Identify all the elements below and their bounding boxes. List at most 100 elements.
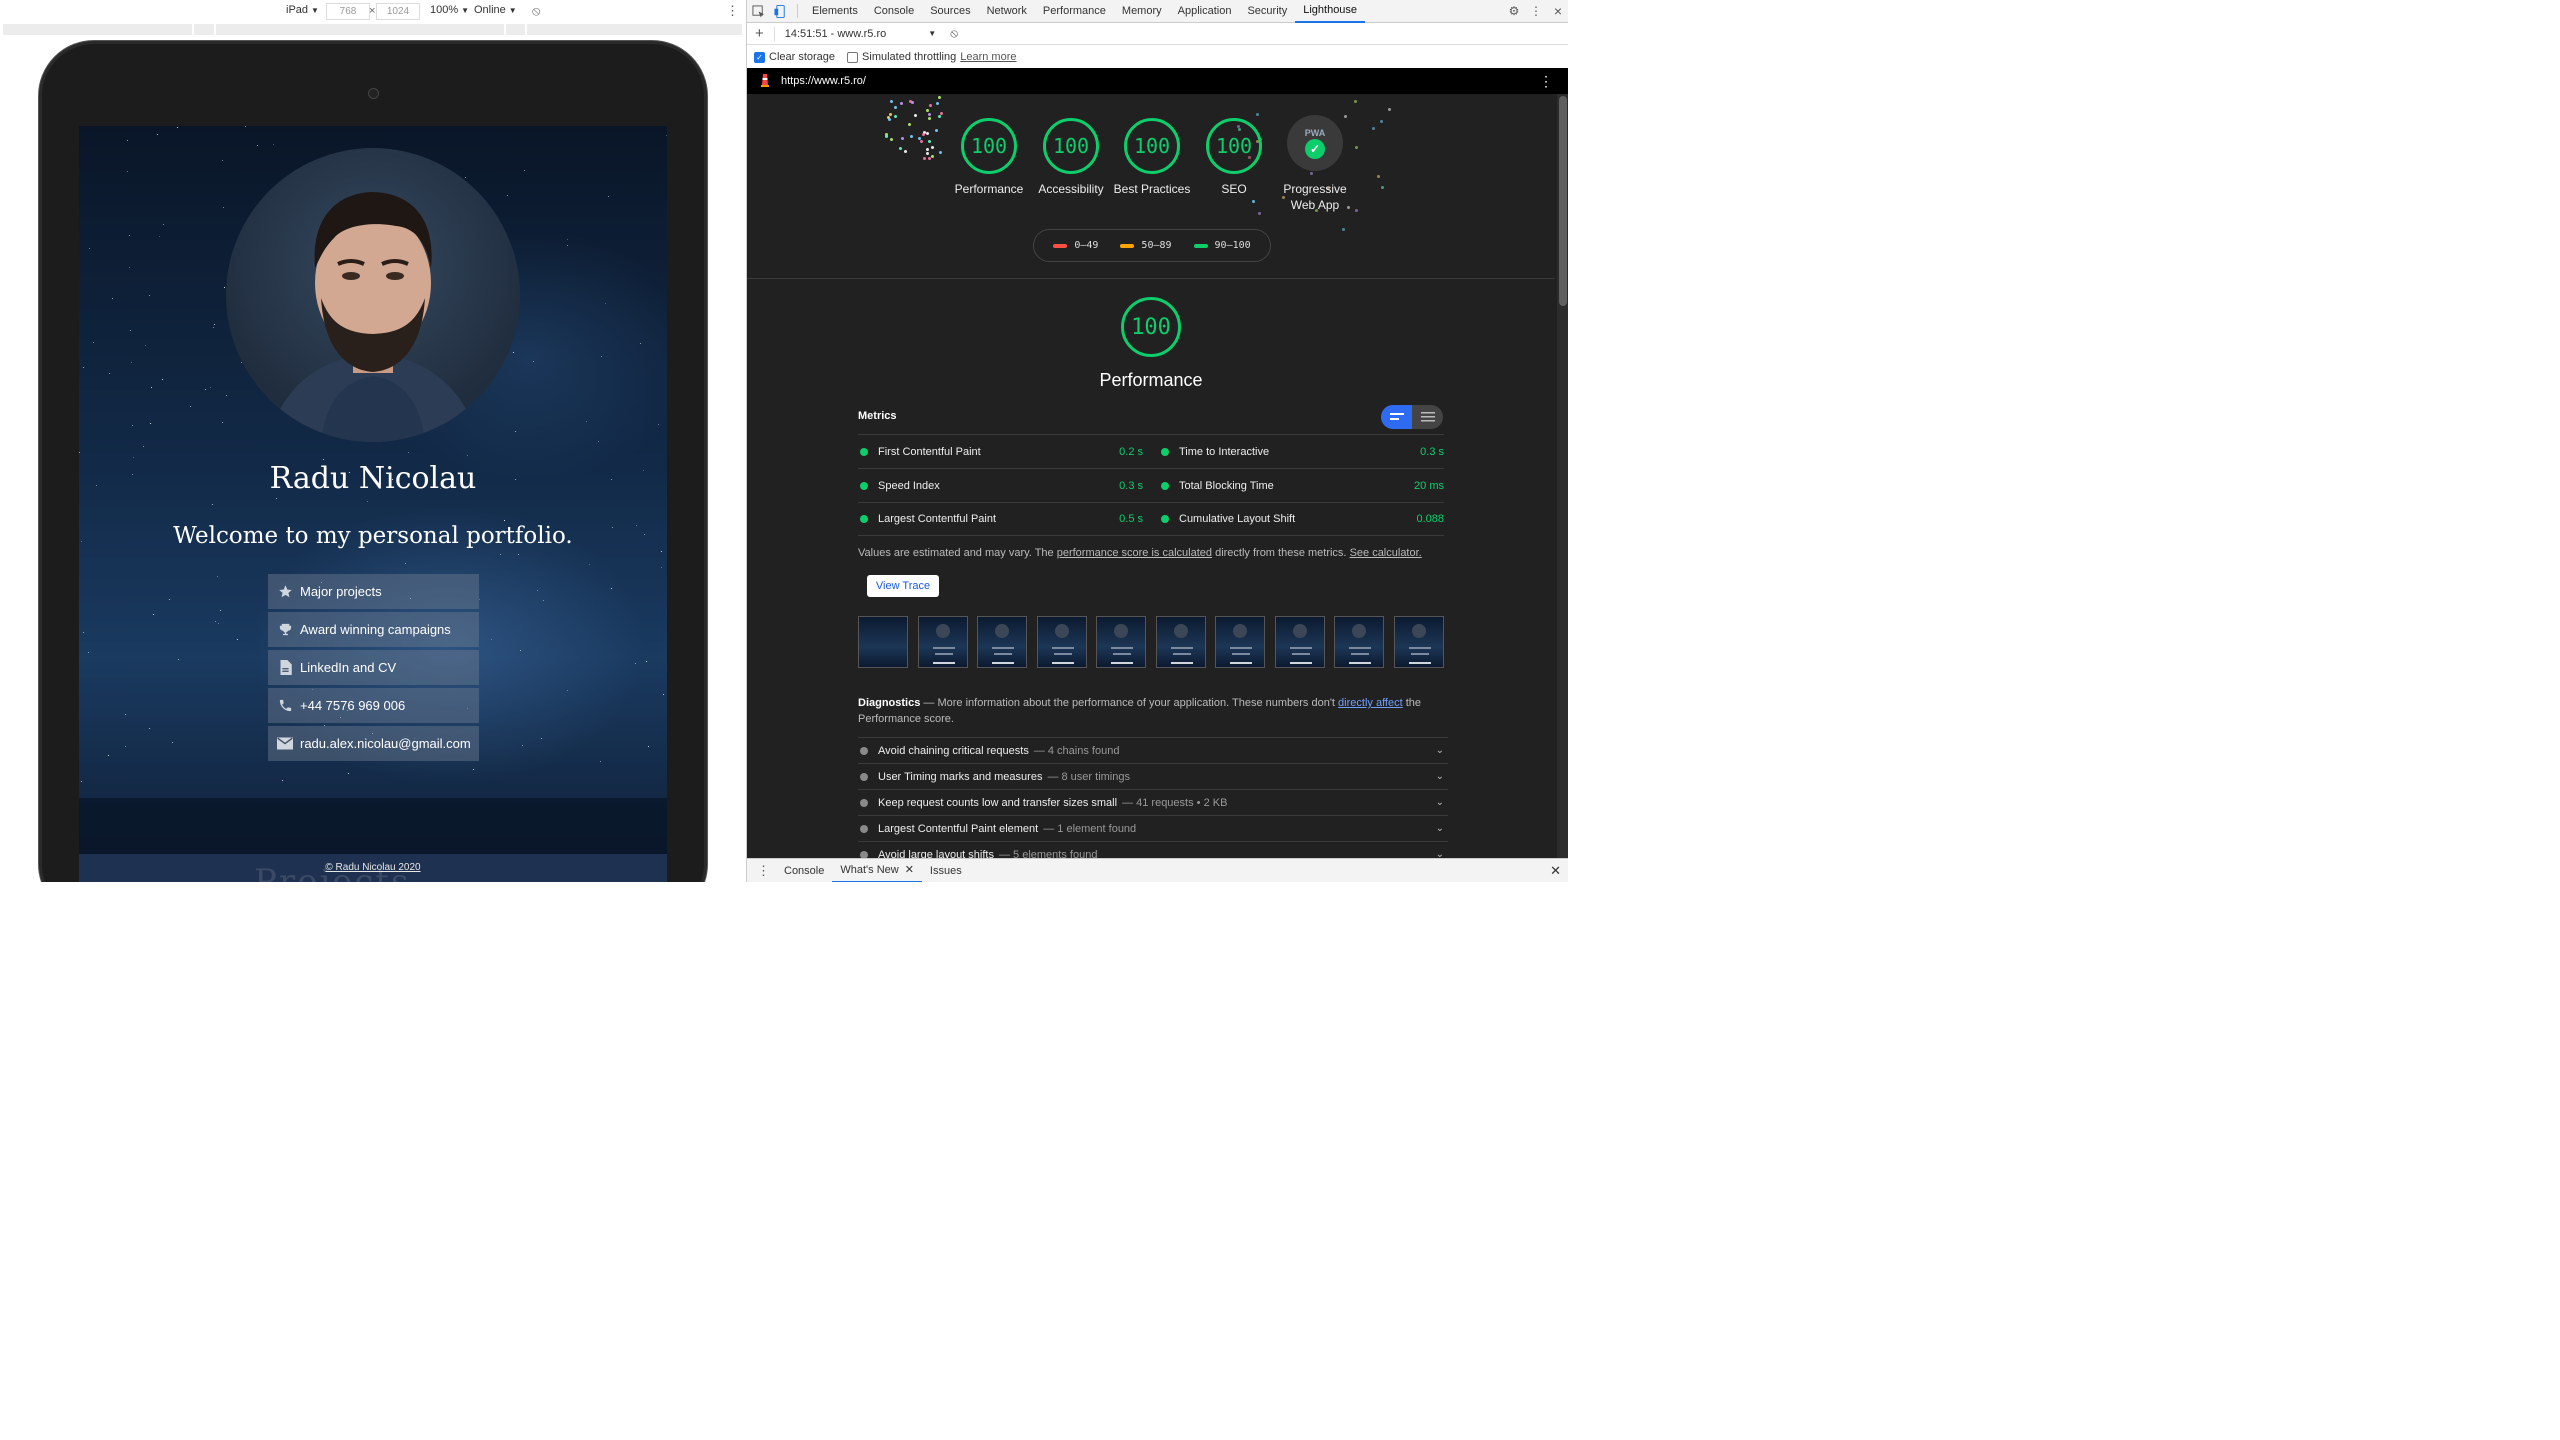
ruler-segment[interactable] <box>527 24 742 35</box>
footer-copyright-link[interactable]: © Radu Nicolau 2020 <box>79 862 667 873</box>
tab-sources[interactable]: Sources <box>922 0 978 23</box>
report-url[interactable]: https://www.r5.ro/ <box>781 75 866 87</box>
tab-network[interactable]: Network <box>979 0 1035 23</box>
filmstrip-frame <box>1393 616 1444 668</box>
chevron-down-icon: ▼ <box>461 5 470 15</box>
more-options-icon[interactable]: ⋮ <box>726 3 739 19</box>
clear-storage-checkbox[interactable]: ✓ <box>754 51 765 63</box>
metric-total-blocking-time: Total Blocking Time 20 ms <box>1159 469 1444 502</box>
ruler-segment[interactable] <box>505 24 526 35</box>
welcome-text: Welcome to my personal portfolio. <box>173 523 573 549</box>
star <box>125 714 126 715</box>
gauge-performance[interactable]: 100 <box>961 118 1017 174</box>
chevron-down-icon[interactable]: ⌄ <box>1436 745 1444 756</box>
simulated-throttling-checkbox[interactable] <box>847 51 859 63</box>
inspect-element-icon[interactable] <box>747 0 769 22</box>
gauge-best-practices[interactable]: 100 <box>1124 118 1180 174</box>
chevron-down-icon[interactable]: ⌄ <box>1436 849 1444 858</box>
audit-row[interactable]: Keep request counts low and transfer siz… <box>858 789 1448 815</box>
star <box>658 424 659 425</box>
chevron-down-icon[interactable]: ⌄ <box>1436 771 1444 782</box>
gauge-label: SEO <box>1221 182 1247 196</box>
chevron-down-icon[interactable]: ▼ <box>928 29 936 38</box>
drawer-tab-issues[interactable]: Issues <box>922 859 970 883</box>
link-award-campaigns[interactable]: Award winning campaigns <box>268 612 479 647</box>
pwa-badge-gauge[interactable]: PWA ✓ <box>1287 115 1343 171</box>
close-drawer-icon[interactable]: ✕ <box>1550 863 1561 879</box>
rotate-icon[interactable]: ⦸ <box>532 3 540 19</box>
tab-security[interactable]: Security <box>1239 0 1295 23</box>
metrics-view-toggle[interactable] <box>1381 405 1443 429</box>
drawer-tab-what-s-new[interactable]: What's New ✕ <box>832 859 922 882</box>
ruler-segment[interactable] <box>215 24 504 35</box>
devtools-tab-bar: Elements Console Sources Network Performance… <box>747 0 1568 23</box>
lighthouse-report: https://www.r5.ro/ ⋮ 100 Performance 100 Ac… <box>747 68 1568 858</box>
tab-application[interactable]: Application <box>1170 0 1240 23</box>
network-throttle-select[interactable]: Online ▼ <box>474 4 517 16</box>
tab-performance[interactable]: Performance <box>1035 0 1114 23</box>
link-phone[interactable]: +44 7576 969 006 <box>268 688 479 723</box>
score-calculated-link[interactable]: performance score is calculated <box>1057 547 1212 559</box>
audit-row[interactable]: Avoid large layout shifts — 5 elements fo… <box>858 841 1448 858</box>
audit-row[interactable]: User Timing marks and measures — 8 user t… <box>858 763 1448 789</box>
ruler-segment[interactable] <box>3 24 192 35</box>
tab-console[interactable]: Console <box>866 0 922 23</box>
drawer-menu-icon[interactable]: ⋮ <box>757 863 770 879</box>
star <box>635 663 636 664</box>
device-select[interactable]: iPad ▼ <box>286 4 319 16</box>
audit-row[interactable]: Largest Contentful Paint element — 1 elem… <box>858 815 1448 841</box>
learn-more-link[interactable]: Learn more <box>960 51 1016 63</box>
view-trace-button[interactable]: View Trace <box>867 575 939 597</box>
tab-memory[interactable]: Memory <box>1114 0 1170 23</box>
report-scrollbar-thumb[interactable] <box>1559 96 1567 306</box>
link-linkedin-cv[interactable]: LinkedIn and CV <box>268 650 479 685</box>
new-report-plus-icon[interactable]: + <box>755 25 764 42</box>
star <box>223 207 224 208</box>
report-select[interactable]: 14:51:51 - www.r5.ro <box>785 28 887 40</box>
chevron-down-icon[interactable]: ⌄ <box>1436 797 1444 808</box>
star <box>190 406 191 407</box>
settings-gear-icon[interactable]: ⚙ <box>1503 0 1525 22</box>
width-input[interactable]: 768 <box>326 3 370 20</box>
gauge-accessibility[interactable]: 100 <box>1043 118 1099 174</box>
star <box>83 632 84 633</box>
metric-cumulative-layout-shift: Cumulative Layout Shift 0.088 <box>1159 503 1444 535</box>
customize-menu-icon[interactable]: ⋮ <box>1525 0 1547 22</box>
confetti-dot <box>931 146 934 149</box>
document-icon <box>277 660 293 676</box>
collapsed-view-icon[interactable] <box>1381 405 1412 429</box>
star <box>109 373 110 374</box>
device-select-value: iPad <box>286 4 309 16</box>
star <box>169 599 170 600</box>
close-tab-icon[interactable]: ✕ <box>905 863 914 876</box>
link-major-projects[interactable]: Major projects <box>268 574 479 609</box>
gauge-seo[interactable]: 100 <box>1206 118 1262 174</box>
directly-affect-link[interactable]: directly affect <box>1338 697 1403 709</box>
drawer-tab-label: Console <box>784 864 825 877</box>
link-email[interactable]: radu.alex.nicolau@gmail.com <box>268 726 479 761</box>
clear-reports-icon[interactable]: ⦸ <box>950 26 958 41</box>
diagnostics-title: Diagnostics <box>858 697 921 709</box>
gauge-label: Best Practices <box>1113 182 1191 196</box>
star <box>600 761 601 762</box>
confetti-dot <box>926 148 929 151</box>
height-input[interactable]: 1024 <box>376 3 420 20</box>
metric-value: 0.088 <box>1416 513 1444 525</box>
tab-elements[interactable]: Elements <box>804 0 866 23</box>
zoom-select[interactable]: 100% ▼ <box>430 4 469 16</box>
see-calculator-link[interactable]: See calculator. <box>1350 547 1422 559</box>
close-devtools-icon[interactable]: × <box>1547 0 1568 22</box>
drawer-tab-console[interactable]: Console <box>776 859 832 883</box>
expanded-view-icon[interactable] <box>1412 405 1443 429</box>
report-menu-icon[interactable]: ⋮ <box>1539 73 1553 90</box>
ruler-segment[interactable] <box>193 24 214 35</box>
tab-lighthouse[interactable]: Lighthouse <box>1295 0 1366 23</box>
star <box>150 423 151 424</box>
star <box>210 387 211 388</box>
device-toolbar-toggle-icon[interactable] <box>769 0 791 22</box>
performance-score-gauge[interactable]: 100 <box>1121 297 1181 357</box>
chevron-down-icon[interactable]: ⌄ <box>1436 823 1444 834</box>
drawer-tab-label: Issues <box>929 864 962 877</box>
audit-row[interactable]: Avoid chaining critical requests — 4 chai… <box>858 737 1448 763</box>
media-query-ruler[interactable] <box>0 24 745 36</box>
